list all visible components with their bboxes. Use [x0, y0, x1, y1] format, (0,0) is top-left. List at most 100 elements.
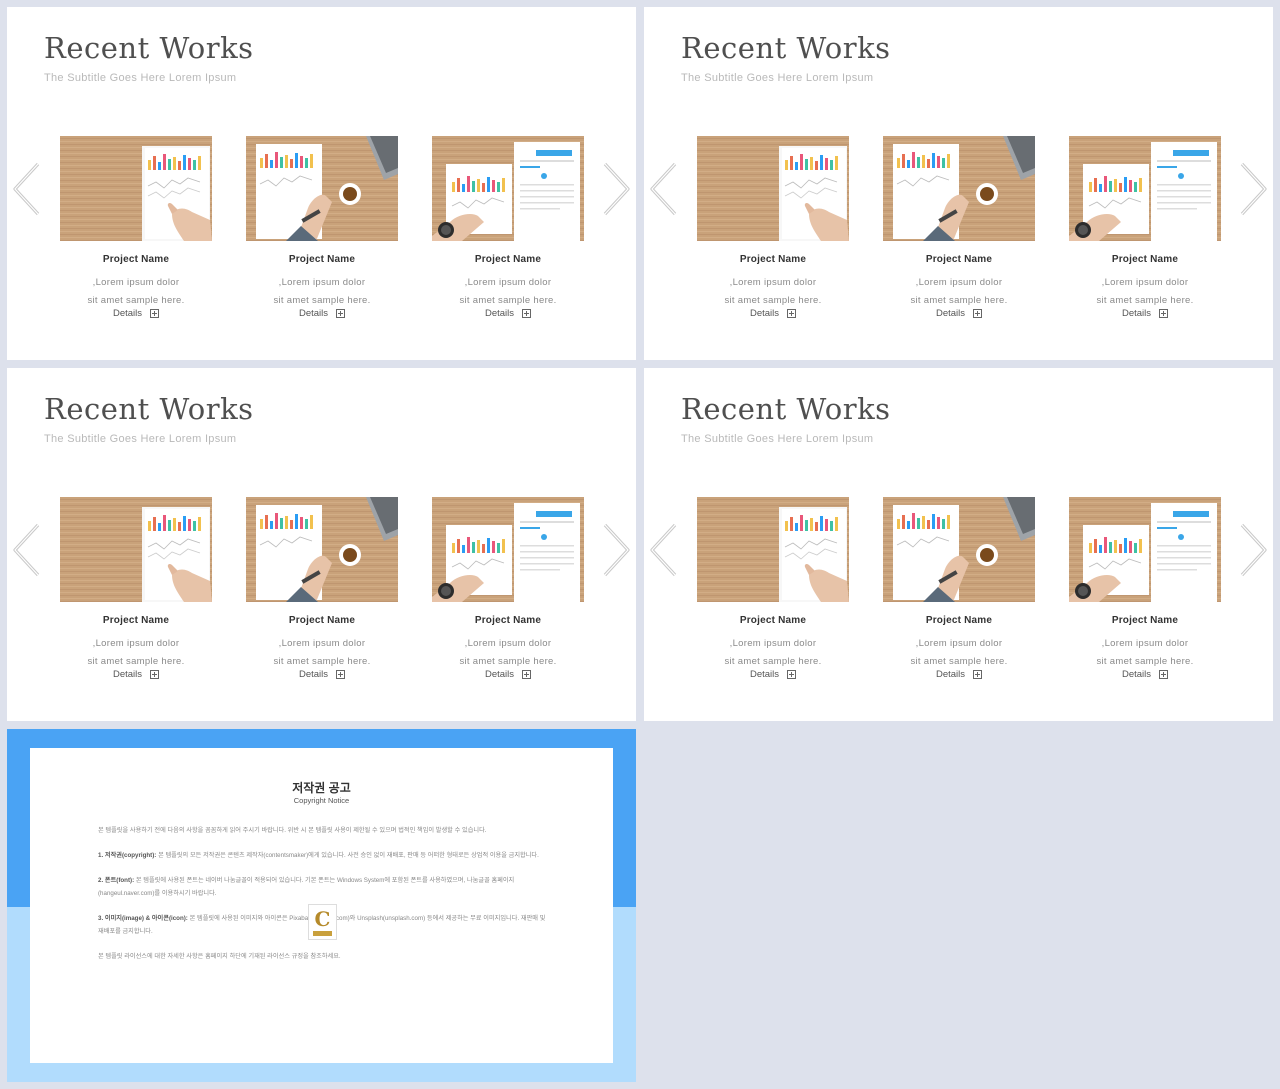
slide-subtitle: The Subtitle Goes Here Lorem Ipsum: [44, 72, 237, 84]
project-description: ,Lorem ipsum dolor sit amet sample here.: [273, 638, 371, 667]
project-thumbnail: [246, 497, 398, 602]
details-link[interactable]: Details: [60, 308, 212, 319]
slide-title: Recent Works: [44, 31, 254, 65]
project-name: Project Name: [102, 254, 170, 265]
details-link[interactable]: Details: [1069, 669, 1221, 680]
project-thumbnail: [1069, 136, 1221, 241]
slide-copyright-notice: 저작권 공고 Copyright Notice 본 템플릿을 사용하기 전에 다…: [7, 729, 636, 1082]
project-card: Project Name ,Lorem ipsum dolor sit amet…: [246, 497, 398, 680]
project-thumbnail: [697, 497, 849, 602]
project-thumbnail: [60, 136, 212, 241]
slide-subtitle: The Subtitle Goes Here Lorem Ipsum: [681, 72, 874, 84]
project-thumbnail: [432, 497, 584, 602]
project-thumbnail: [883, 497, 1035, 602]
details-link[interactable]: Details: [1069, 308, 1221, 319]
project-card: Project Name ,Lorem ipsum dolor sit amet…: [697, 497, 849, 680]
details-link[interactable]: Details: [432, 308, 584, 319]
notice-text: 본 템플릿의 모든 저작권은 콘텐츠 제작자(contentsmaker)에게 …: [158, 852, 539, 859]
details-label: Details: [112, 308, 143, 319]
details-label: Details: [484, 308, 515, 319]
details-label: Details: [112, 669, 143, 680]
project-thumbnail: [246, 136, 398, 241]
notice-label: 3. 이미지(image) & 아이콘(icon):: [98, 915, 188, 922]
notice-text: 본 템플릿에 사용된 폰트는 네이버 나눔글꼴이 적용되어 있습니다. 기본 폰…: [98, 877, 515, 897]
notice-label: 1. 저작권(copyright):: [98, 852, 157, 859]
chevron-right-icon[interactable]: [1236, 520, 1272, 580]
details-link[interactable]: Details: [883, 669, 1035, 680]
chevron-right-icon[interactable]: [1236, 159, 1272, 219]
notice-paragraph: 1. 저작권(copyright): 본 템플릿의 모든 저작권은 콘텐츠 제작…: [98, 849, 546, 862]
details-link[interactable]: Details: [60, 669, 212, 680]
project-name: Project Name: [288, 254, 356, 265]
project-name: Project Name: [1111, 615, 1179, 626]
project-name: Project Name: [925, 254, 993, 265]
project-description: ,Lorem ipsum dolor sit amet sample here.: [459, 638, 557, 667]
project-card: Project Name ,Lorem ipsum dolor sit amet…: [1069, 497, 1221, 680]
chevron-left-icon[interactable]: [8, 520, 44, 580]
project-description: ,Lorem ipsum dolor sit amet sample here.: [1096, 638, 1194, 667]
project-card: Project Name ,Lorem ipsum dolor sit amet…: [246, 136, 398, 319]
project-name: Project Name: [474, 615, 542, 626]
project-description: ,Lorem ipsum dolor sit amet sample here.: [910, 638, 1008, 667]
details-link[interactable]: Details: [697, 308, 849, 319]
brand-logo-icon: C: [308, 904, 337, 940]
slide-subtitle: The Subtitle Goes Here Lorem Ipsum: [681, 433, 874, 445]
slide-title: Recent Works: [681, 31, 891, 65]
project-card: Project Name ,Lorem ipsum dolor sit amet…: [60, 497, 212, 680]
plus-box-icon: [787, 309, 797, 318]
slide-recent-works-4: Recent Works The Subtitle Goes Here Lore…: [644, 368, 1273, 721]
plus-box-icon: [336, 670, 346, 679]
plus-box-icon: [1159, 309, 1169, 318]
project-name: Project Name: [1111, 254, 1179, 265]
project-thumbnail: [883, 136, 1035, 241]
project-description: ,Lorem ipsum dolor sit amet sample here.: [459, 277, 557, 306]
details-label: Details: [1121, 308, 1152, 319]
project-card: Project Name ,Lorem ipsum dolor sit amet…: [60, 136, 212, 319]
project-description: ,Lorem ipsum dolor sit amet sample here.: [87, 277, 185, 306]
plus-box-icon: [973, 670, 983, 679]
details-link[interactable]: Details: [432, 669, 584, 680]
project-thumbnail: [432, 136, 584, 241]
project-name: Project Name: [925, 615, 993, 626]
slide-title: Recent Works: [44, 392, 254, 426]
slide-recent-works-3: Recent Works The Subtitle Goes Here Lore…: [7, 368, 636, 721]
chevron-left-icon[interactable]: [645, 159, 681, 219]
project-name: Project Name: [288, 615, 356, 626]
notice-subtitle: Copyright Notice: [293, 796, 350, 805]
plus-box-icon: [522, 309, 532, 318]
project-description: ,Lorem ipsum dolor sit amet sample here.: [910, 277, 1008, 306]
details-link[interactable]: Details: [246, 669, 398, 680]
slide-subtitle: The Subtitle Goes Here Lorem Ipsum: [44, 433, 237, 445]
notice-body: 본 템플릿을 사용하기 전에 다음의 사항을 꼼꼼하게 읽어 주시기 바랍니다.…: [98, 824, 546, 975]
slide-recent-works-2: Recent Works The Subtitle Goes Here Lore…: [644, 7, 1273, 360]
project-card: Project Name ,Lorem ipsum dolor sit amet…: [883, 136, 1035, 319]
notice-paragraph: 본 템플릿을 사용하기 전에 다음의 사항을 꼼꼼하게 읽어 주시기 바랍니다.…: [98, 827, 487, 834]
notice-panel: 저작권 공고 Copyright Notice 본 템플릿을 사용하기 전에 다…: [30, 748, 613, 1063]
project-description: ,Lorem ipsum dolor sit amet sample here.: [273, 277, 371, 306]
project-card: Project Name ,Lorem ipsum dolor sit amet…: [1069, 136, 1221, 319]
plus-box-icon: [973, 309, 983, 318]
chevron-left-icon[interactable]: [8, 159, 44, 219]
details-link[interactable]: Details: [697, 669, 849, 680]
details-link[interactable]: Details: [883, 308, 1035, 319]
project-card: Project Name ,Lorem ipsum dolor sit amet…: [432, 497, 584, 680]
details-label: Details: [298, 308, 329, 319]
chevron-left-icon[interactable]: [645, 520, 681, 580]
plus-box-icon: [150, 670, 160, 679]
slide-title: Recent Works: [681, 392, 891, 426]
details-link[interactable]: Details: [246, 308, 398, 319]
chevron-right-icon[interactable]: [599, 520, 635, 580]
notice-paragraph: 2. 폰트(font): 본 템플릿에 사용된 폰트는 네이버 나눔글꼴이 적용…: [98, 874, 546, 900]
details-label: Details: [935, 669, 966, 680]
project-description: ,Lorem ipsum dolor sit amet sample here.: [724, 277, 822, 306]
plus-box-icon: [522, 670, 532, 679]
project-description: ,Lorem ipsum dolor sit amet sample here.: [87, 638, 185, 667]
plus-box-icon: [787, 670, 797, 679]
project-card: Project Name ,Lorem ipsum dolor sit amet…: [883, 497, 1035, 680]
project-name: Project Name: [739, 254, 807, 265]
project-description: ,Lorem ipsum dolor sit amet sample here.: [1096, 277, 1194, 306]
details-label: Details: [484, 669, 515, 680]
chevron-right-icon[interactable]: [599, 159, 635, 219]
notice-paragraph: 본 템플릿 라이선스에 대한 자세한 사항은 홈페이지 하단에 기재된 라이선스…: [98, 953, 341, 960]
project-card: Project Name ,Lorem ipsum dolor sit amet…: [432, 136, 584, 319]
